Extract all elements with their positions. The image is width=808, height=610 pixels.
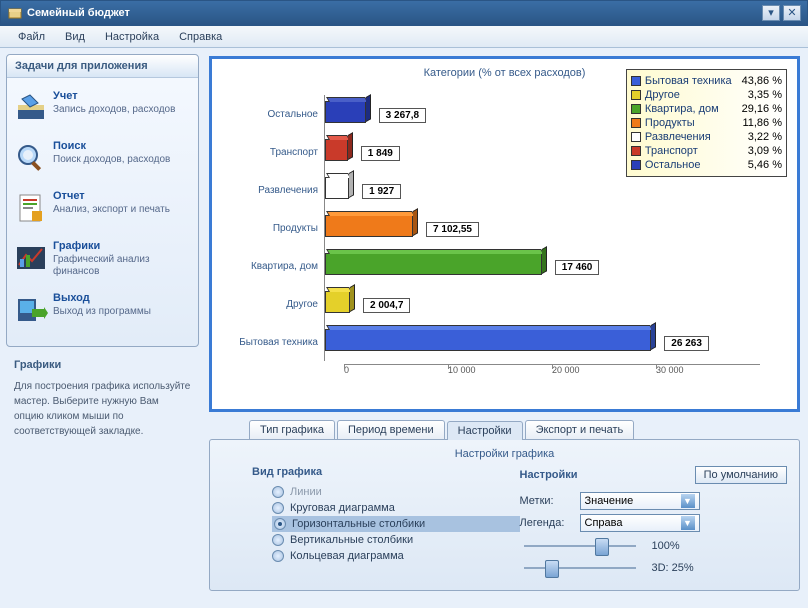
sidebar-item-uchet[interactable]: Учет Запись доходов, расходов (11, 86, 194, 136)
menu-view[interactable]: Вид (55, 28, 95, 46)
menubar: Файл Вид Настройка Справка (0, 26, 808, 48)
slider-value: 3D: 25% (652, 562, 694, 574)
chart-card: Категории (% от всех расходов) Бытовая т… (209, 56, 800, 412)
bar-value: 1 927 (362, 184, 401, 199)
bar-label: Остальное (232, 109, 324, 120)
titlebar: Семейный бюджет ▾ ✕ (0, 0, 808, 26)
x-tick: 0 (344, 365, 448, 384)
radio-pie[interactable]: Круговая диаграмма (272, 500, 520, 516)
sidebar-item-label: Поиск (53, 140, 170, 152)
bar-label: Продукты (232, 223, 324, 234)
charts-icon (13, 240, 49, 276)
bar-label: Другое (232, 299, 324, 310)
bar-value: 2 004,7 (363, 298, 410, 313)
tab-period[interactable]: Период времени (337, 420, 445, 439)
bar-label: Транспорт (232, 147, 324, 158)
tab-body: Настройки графика Вид графика Линии Круг… (209, 439, 800, 591)
sidebar-item-otchet[interactable]: Отчет Анализ, экспорт и печать (11, 186, 194, 236)
radio-hbar[interactable]: Горизонтальные столбики (272, 516, 520, 532)
sidebar-item-desc: Анализ, экспорт и печать (53, 204, 170, 216)
bar-label: Развлечения (232, 185, 324, 196)
tasks-panel: Задачи для приложения Учет Запись доходов… (6, 54, 199, 347)
bar-value: 17 460 (555, 260, 600, 275)
menu-file[interactable]: Файл (8, 28, 55, 46)
sidebar-item-grafiki[interactable]: Графики Графический анализ финансов (11, 236, 194, 288)
col-type-header: Вид графика (252, 466, 520, 478)
label-metki: Метки: (520, 495, 580, 507)
help-title: Графики (14, 359, 191, 371)
slider-scale[interactable] (520, 538, 640, 554)
x-tick: 30 000 (656, 365, 760, 384)
search-icon (13, 140, 49, 176)
close-button[interactable]: ✕ (783, 5, 801, 21)
sidebar-item-label: Учет (53, 90, 175, 102)
settings-area: Тип графика Период времени Настройки Экс… (209, 420, 800, 591)
label-legend: Легенда: (520, 517, 580, 529)
main-area: Категории (% от всех расходов) Бытовая т… (205, 48, 808, 608)
x-axis: 0 10 000 20 000 30 000 (344, 364, 760, 384)
sidebar-item-vykhod[interactable]: Выход Выход из программы (11, 288, 194, 338)
sidebar-item-desc: Выход из программы (53, 306, 151, 318)
sidebar-item-desc: Поиск доходов, расходов (53, 154, 170, 166)
x-tick: 10 000 (448, 365, 552, 384)
col-settings-header: Настройки (520, 469, 695, 481)
bar-label: Квартира, дом (232, 261, 324, 272)
report-icon (13, 190, 49, 226)
sidebar-item-desc: Графический анализ финансов (53, 254, 192, 278)
default-button[interactable]: По умолчанию (695, 466, 787, 484)
workspace: Задачи для приложения Учет Запись доходов… (0, 48, 808, 608)
radio-lines[interactable]: Линии (272, 484, 520, 500)
exit-icon (13, 292, 49, 328)
slider-3d[interactable] (520, 560, 640, 576)
menu-settings[interactable]: Настройка (95, 28, 169, 46)
slider-value: 100% (652, 540, 680, 552)
sidebar-item-poisk[interactable]: Поиск Поиск доходов, расходов (11, 136, 194, 186)
tab-export[interactable]: Экспорт и печать (525, 420, 635, 439)
legend-row: Бытовая техника43,86 % (631, 74, 782, 88)
tasks-header: Задачи для приложения (7, 55, 198, 78)
radio-ring[interactable]: Кольцевая диаграмма (272, 548, 520, 564)
help-block: Графики Для построения графика используй… (6, 347, 199, 447)
sidebar-item-label: Выход (53, 292, 151, 304)
ledger-icon (13, 90, 49, 126)
window-title: Семейный бюджет (23, 7, 759, 19)
tab-settings[interactable]: Настройки (447, 421, 523, 440)
sidebar: Задачи для приложения Учет Запись доходов… (0, 48, 205, 608)
sidebar-item-label: Отчет (53, 190, 170, 202)
chart-plot: Остальное 3 267,8 Транспорт 1 849 Развлече… (232, 95, 772, 390)
tab-title: Настройки графика (222, 448, 787, 460)
chevron-down-icon: ▼ (681, 516, 695, 530)
radio-vbar[interactable]: Вертикальные столбики (272, 532, 520, 548)
minimize-button[interactable]: ▾ (762, 5, 780, 21)
sidebar-item-label: Графики (53, 240, 192, 252)
bar-label: Бытовая техника (232, 337, 324, 348)
sidebar-item-desc: Запись доходов, расходов (53, 104, 175, 116)
tabstrip: Тип графика Период времени Настройки Экс… (249, 420, 800, 439)
combo-legend[interactable]: Справа▼ (580, 514, 700, 532)
bar-value: 1 849 (361, 146, 400, 161)
combo-labels[interactable]: Значение▼ (580, 492, 700, 510)
x-tick: 20 000 (552, 365, 656, 384)
bar-value: 7 102,55 (426, 222, 479, 237)
help-text: Для построения графика используйте масте… (14, 379, 191, 439)
menu-help[interactable]: Справка (169, 28, 232, 46)
chevron-down-icon: ▼ (681, 494, 695, 508)
app-icon (7, 5, 23, 21)
bar-value: 26 263 (664, 336, 709, 351)
tab-type[interactable]: Тип графика (249, 420, 335, 439)
bar-value: 3 267,8 (379, 108, 426, 123)
